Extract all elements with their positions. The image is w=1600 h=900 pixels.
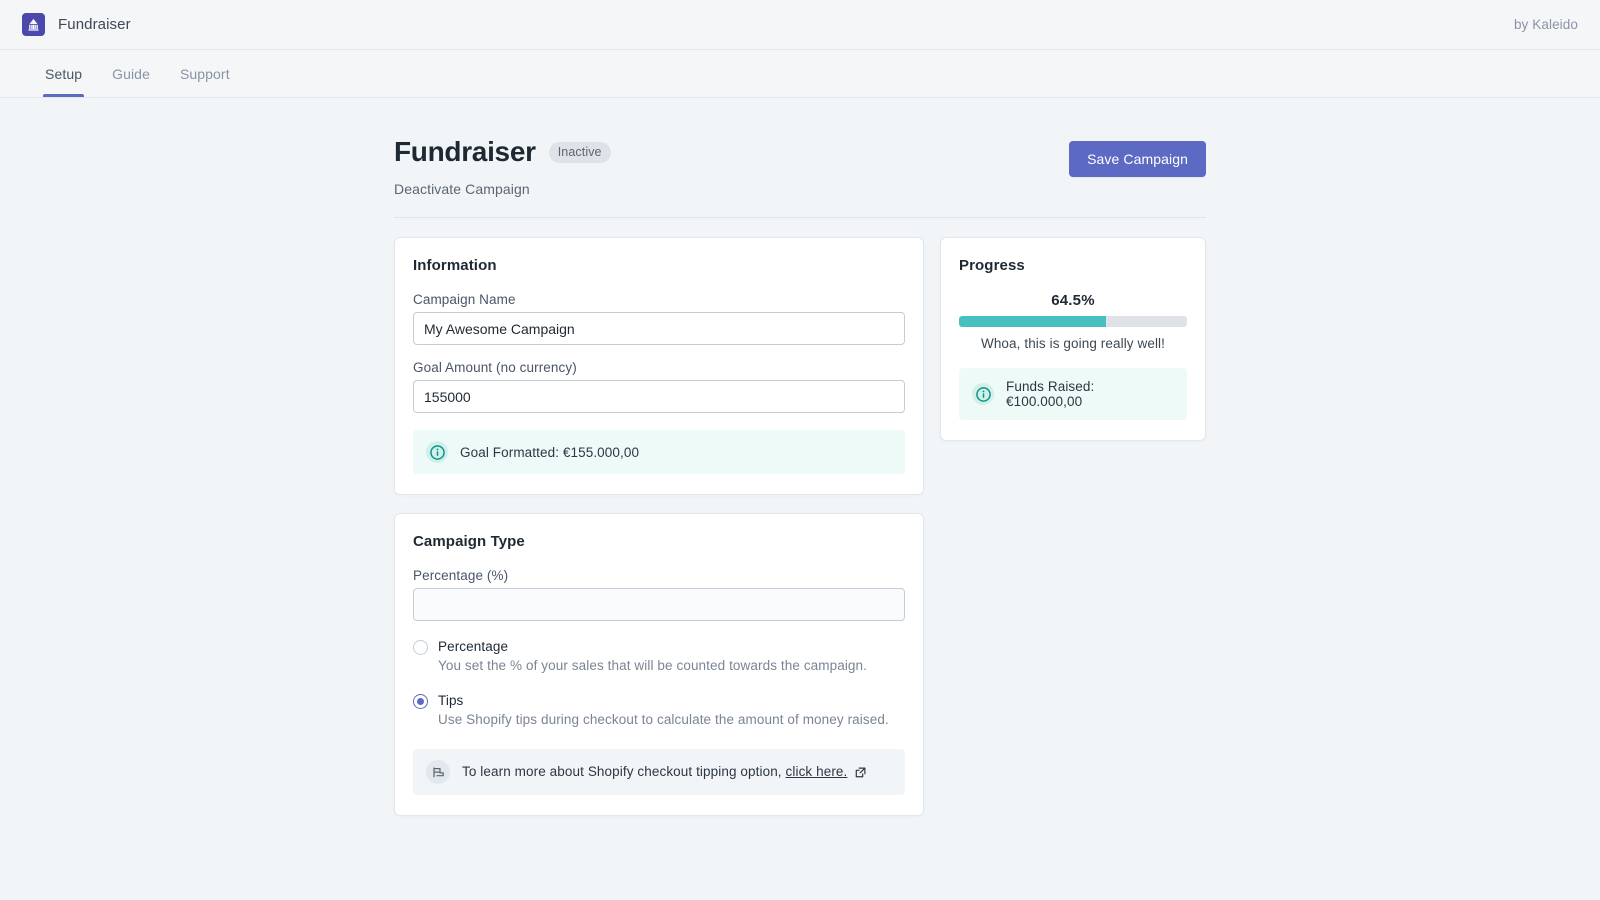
info-circle-icon [972,383,994,405]
app-title: Fundraiser [58,16,131,33]
progress-percent-label: 64.5% [959,292,1187,309]
info-circle-icon [426,441,448,463]
side-column: Progress 64.5% Whoa, this is going reall… [940,237,1206,834]
radio-percentage-control[interactable] [413,640,428,655]
campaign-name-field: Campaign Name [413,292,905,345]
information-card: Information Campaign Name Goal Amount (n… [394,237,924,495]
goal-amount-label: Goal Amount (no currency) [413,360,905,375]
status-badge: Inactive [549,142,611,163]
save-campaign-button[interactable]: Save Campaign [1069,141,1206,177]
top-bar: Fundraiser by Kaleido [0,0,1600,50]
deactivate-campaign-link[interactable]: Deactivate Campaign [394,181,611,197]
campaign-name-input[interactable] [413,312,905,345]
radio-tips-control[interactable] [413,694,428,709]
campaign-type-card: Campaign Type Percentage (%) Percentage … [394,513,924,816]
funds-raised-text: Funds Raised: €100.000,00 [1006,379,1174,409]
page-header-left: Fundraiser Inactive Deactivate Campaign [394,134,611,197]
tab-support-label: Support [180,66,230,82]
shopify-tipping-text: To learn more about Shopify checkout tip… [462,764,866,781]
tab-setup[interactable]: Setup [30,50,97,97]
tab-bar: Setup Guide Support [0,50,1600,98]
campaign-type-radio-group: Percentage You set the % of your sales t… [413,639,905,727]
tab-setup-label: Setup [45,66,82,82]
external-link-icon [855,766,866,781]
goal-formatted-text: Goal Formatted: €155.000,00 [460,445,639,460]
tab-support[interactable]: Support [165,50,245,97]
information-heading: Information [413,257,905,274]
radio-tips-help: Use Shopify tips during checkout to calc… [438,712,889,727]
goal-formatted-banner: Goal Formatted: €155.000,00 [413,430,905,474]
page-content: Fundraiser Inactive Deactivate Campaign … [0,98,1600,834]
page-title: Fundraiser [394,136,536,168]
shopify-tipping-banner: To learn more about Shopify checkout tip… [413,749,905,795]
progress-card: Progress 64.5% Whoa, this is going reall… [940,237,1206,441]
main-column: Information Campaign Name Goal Amount (n… [394,237,924,834]
app-logo-icon [22,13,45,36]
shopify-tipping-text-before: To learn more about Shopify checkout tip… [462,764,782,779]
columns: Information Campaign Name Goal Amount (n… [394,218,1206,834]
title-row: Fundraiser Inactive [394,136,611,168]
campaign-type-heading: Campaign Type [413,533,905,550]
goal-amount-field: Goal Amount (no currency) [413,360,905,413]
radio-option-tips[interactable]: Tips Use Shopify tips during checkout to… [413,693,905,727]
campaign-name-label: Campaign Name [413,292,905,307]
radio-percentage-text: Percentage You set the % of your sales t… [438,639,867,673]
tab-guide-label: Guide [112,66,150,82]
tab-guide[interactable]: Guide [97,50,165,97]
progress-bar-fill [959,316,1106,327]
radio-percentage-help: You set the % of your sales that will be… [438,658,867,673]
funds-raised-banner: Funds Raised: €100.000,00 [959,368,1187,420]
radio-percentage-label[interactable]: Percentage [438,639,867,654]
click-here-link[interactable]: click here. [786,764,848,779]
percentage-label: Percentage (%) [413,568,905,583]
radio-tips-label[interactable]: Tips [438,693,889,708]
content-wrapper: Fundraiser Inactive Deactivate Campaign … [394,134,1206,834]
percentage-input[interactable] [413,588,905,621]
progress-note: Whoa, this is going really well! [959,336,1187,351]
page-header: Fundraiser Inactive Deactivate Campaign … [394,134,1206,218]
brand: Fundraiser [22,13,131,36]
shopify-bag-icon [426,760,450,784]
radio-option-percentage[interactable]: Percentage You set the % of your sales t… [413,639,905,673]
radio-tips-text: Tips Use Shopify tips during checkout to… [438,693,889,727]
goal-amount-input[interactable] [413,380,905,413]
progress-heading: Progress [959,257,1187,274]
vendor-byline: by Kaleido [1514,17,1578,32]
percentage-field: Percentage (%) [413,568,905,621]
progress-bar-track [959,316,1187,327]
